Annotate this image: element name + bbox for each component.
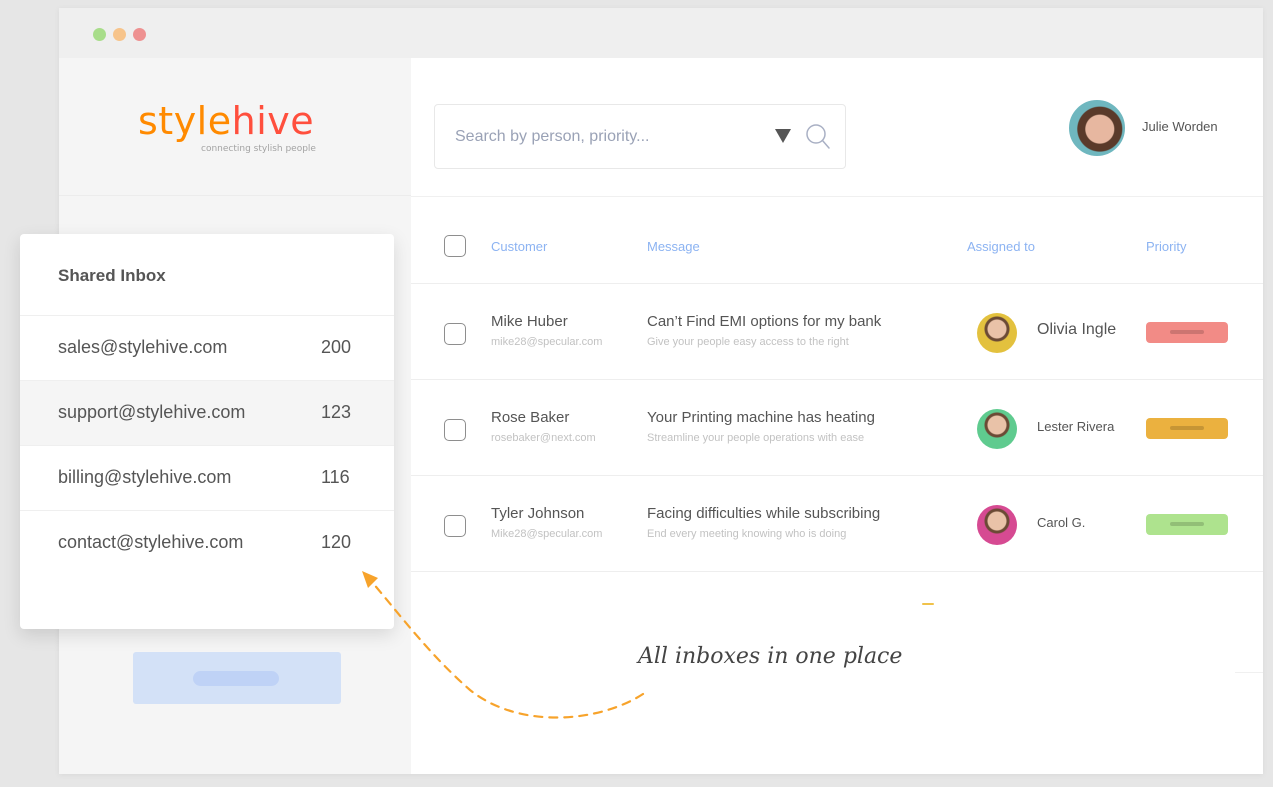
- column-header-message[interactable]: Message: [647, 239, 700, 254]
- search-icon[interactable]: [805, 123, 831, 151]
- sidebar-action-button[interactable]: [133, 652, 341, 704]
- message-preview: Streamline your people operations with e…: [647, 432, 865, 444]
- table-row[interactable]: Rose Baker rosebaker@next.com Your Print…: [411, 380, 1263, 476]
- message-preview: End every meeting knowing who is doing: [647, 528, 847, 540]
- inbox-count: 123: [321, 402, 352, 422]
- select-all-checkbox[interactable]: [444, 235, 466, 257]
- table-header: Customer Message Assigned to Priority: [411, 197, 1263, 284]
- shared-inbox-card: Shared Inbox sales@stylehive.com 200 sup…: [20, 234, 394, 629]
- window-control-red[interactable]: [133, 28, 146, 41]
- inbox-item-support[interactable]: support@stylehive.com 123: [20, 381, 394, 446]
- inbox-email: contact@stylehive.com: [58, 532, 244, 552]
- message-title[interactable]: Can’t Find EMI options for my bank: [647, 313, 881, 330]
- window-control-yellow[interactable]: [113, 28, 126, 41]
- assignee-avatar: [977, 313, 1017, 353]
- customer-email: Mike28@specular.com: [491, 528, 603, 540]
- annotation-text: All inboxes in one place: [638, 644, 903, 669]
- priority-badge[interactable]: [1146, 514, 1228, 535]
- search-input[interactable]: [455, 125, 755, 149]
- shared-inbox-list: sales@stylehive.com 200 support@stylehiv…: [20, 315, 394, 576]
- customer-email: rosebaker@next.com: [491, 432, 596, 444]
- inbox-email: billing@stylehive.com: [58, 467, 232, 487]
- column-header-priority[interactable]: Priority: [1146, 239, 1186, 254]
- row-divider-fragment: [1235, 672, 1263, 673]
- conversations-table: Customer Message Assigned to Priority Mi…: [411, 197, 1263, 572]
- logo-area: stylehive connecting stylish people: [59, 58, 411, 196]
- priority-badge[interactable]: [1146, 418, 1228, 439]
- user-name: Julie Worden: [1142, 119, 1218, 134]
- inbox-item-sales[interactable]: sales@stylehive.com 200: [20, 316, 394, 381]
- row-checkbox[interactable]: [444, 419, 466, 441]
- inbox-item-billing[interactable]: billing@stylehive.com 116: [20, 446, 394, 511]
- column-header-assigned-to[interactable]: Assigned to: [967, 239, 1035, 254]
- assignee-avatar: [977, 409, 1017, 449]
- assignee-name[interactable]: Carol G.: [1037, 515, 1085, 530]
- customer-name: Rose Baker: [491, 409, 570, 426]
- window-control-green[interactable]: [93, 28, 106, 41]
- customer-email: mike28@specular.com: [491, 336, 603, 348]
- shared-inbox-title: Shared Inbox: [58, 266, 166, 285]
- partial-avatar-edge: [922, 603, 934, 605]
- button-label-placeholder: [193, 671, 279, 686]
- title-bar: [59, 8, 1263, 58]
- priority-badge[interactable]: [1146, 322, 1228, 343]
- row-checkbox[interactable]: [444, 515, 466, 537]
- customer-name: Tyler Johnson: [491, 505, 585, 522]
- inbox-email: support@stylehive.com: [58, 402, 246, 422]
- customer-name: Mike Huber: [491, 313, 568, 330]
- table-row[interactable]: Mike Huber mike28@specular.com Can’t Fin…: [411, 284, 1263, 380]
- column-header-customer[interactable]: Customer: [491, 239, 547, 254]
- message-preview: Give your people easy access to the righ…: [647, 336, 849, 348]
- logo-part-hive: hive: [231, 99, 315, 143]
- priority-badge-bar: [1170, 522, 1204, 526]
- row-checkbox[interactable]: [444, 323, 466, 345]
- inbox-count: 116: [321, 467, 350, 487]
- logo-part-style: style: [138, 99, 232, 143]
- inbox-count: 200: [321, 337, 352, 357]
- priority-badge-bar: [1170, 426, 1204, 430]
- inbox-item-contact[interactable]: contact@stylehive.com 120: [20, 511, 394, 576]
- assignee-name[interactable]: Olivia Ingle: [1037, 321, 1116, 339]
- search-box: [434, 104, 846, 169]
- message-title[interactable]: Your Printing machine has heating: [647, 409, 875, 426]
- inbox-email: sales@stylehive.com: [58, 337, 228, 357]
- user-avatar[interactable]: [1067, 98, 1127, 158]
- message-title[interactable]: Facing difficulties while subscribing: [647, 505, 880, 522]
- assignee-name[interactable]: Lester Rivera: [1037, 419, 1114, 434]
- brand-logo[interactable]: stylehive: [138, 102, 314, 140]
- table-row[interactable]: Tyler Johnson Mike28@specular.com Facing…: [411, 476, 1263, 572]
- brand-tagline: connecting stylish people: [201, 144, 316, 154]
- inbox-count: 120: [321, 532, 352, 552]
- priority-badge-bar: [1170, 330, 1204, 334]
- assignee-avatar: [977, 505, 1017, 545]
- caret-down-icon[interactable]: [775, 129, 791, 143]
